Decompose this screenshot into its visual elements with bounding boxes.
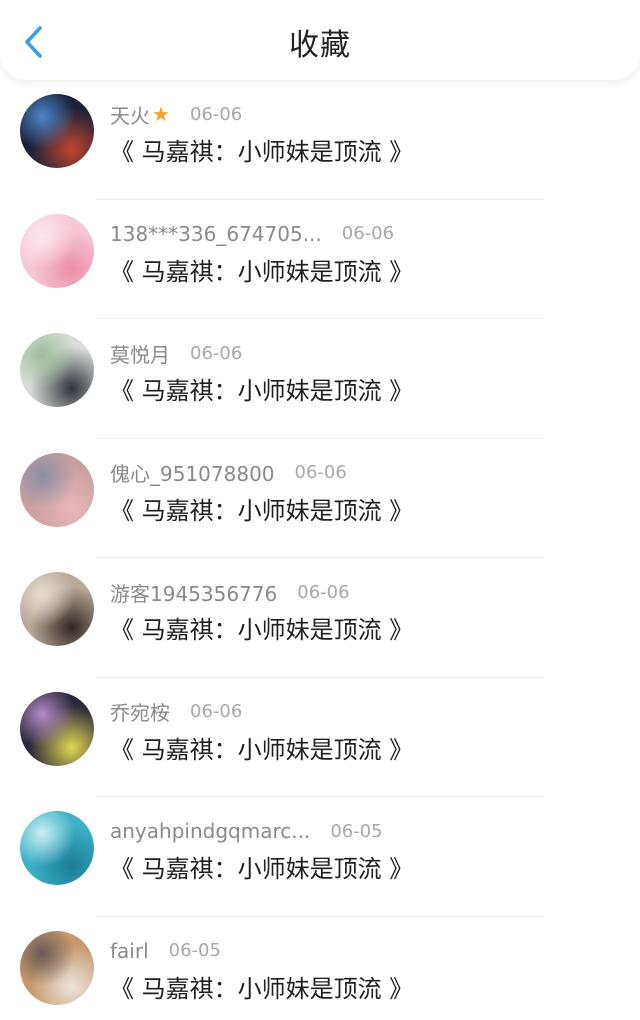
- post-meta: 乔宛桉 06-06: [110, 698, 242, 726]
- favorite-item[interactable]: 莫悦月 06-06 《 马嘉祺：小师妹是顶流 》: [0, 319, 640, 439]
- page-title: 收藏: [289, 28, 351, 63]
- favorite-item[interactable]: 游客1945356776 06-06 《 马嘉祺：小师妹是顶流 》: [0, 558, 640, 678]
- post-title[interactable]: 《 马嘉祺：小师妹是顶流 》: [110, 730, 413, 765]
- post-date: 06-06: [294, 462, 347, 483]
- star-icon: ★: [152, 102, 170, 126]
- post-title[interactable]: 《 马嘉祺：小师妹是顶流 》: [110, 610, 413, 645]
- post-date: 06-06: [297, 581, 350, 603]
- post-date: 06-05: [330, 820, 383, 842]
- post-meta: 傀心_951078800 06-06: [110, 459, 347, 487]
- favorite-item[interactable]: 傀心_951078800 06-06 《 马嘉祺：小师妹是顶流 》: [0, 439, 640, 558]
- post-meta: 游客1945356776 06-06: [110, 578, 350, 606]
- username[interactable]: fairl: [110, 939, 149, 963]
- username[interactable]: 138***336_674705...: [110, 222, 322, 246]
- header-bar: 收藏: [0, 0, 640, 80]
- username[interactable]: 游客1945356776: [110, 578, 277, 607]
- post-title[interactable]: 《 马嘉祺：小师妹是顶流 》: [110, 371, 413, 406]
- avatar[interactable]: [20, 930, 94, 1005]
- post-date: 06-06: [190, 342, 243, 364]
- post-title[interactable]: 《 马嘉祺：小师妹是顶流 》: [110, 849, 413, 884]
- post-meta: anyahpindgqmarc... 06-05: [110, 817, 383, 845]
- favorite-item[interactable]: fairl 06-05 《 马嘉祺：小师妹是顶流 》: [0, 917, 640, 1020]
- favorite-item[interactable]: 138***336_674705... 06-06 《 马嘉祺：小师妹是顶流 》: [0, 200, 640, 319]
- username[interactable]: 傀心_951078800: [110, 458, 275, 487]
- username[interactable]: 天火: [110, 100, 150, 129]
- avatar[interactable]: [20, 691, 94, 766]
- post-date: 06-05: [168, 940, 221, 961]
- post-date: 06-06: [190, 701, 243, 722]
- favorites-list: 天火 ★ 06-06 《 马嘉祺：小师妹是顶流 》 138***336_674705..…: [0, 80, 640, 1020]
- post-meta: 138***336_674705... 06-06: [110, 220, 394, 248]
- favorite-item[interactable]: 乔宛桉 06-06 《 马嘉祺：小师妹是顶流 》: [0, 678, 640, 797]
- post-title[interactable]: 《 马嘉祺：小师妹是顶流 》: [110, 252, 413, 287]
- post-title[interactable]: 《 马嘉祺：小师妹是顶流 》: [110, 491, 413, 526]
- post-meta: 天火 ★ 06-06: [110, 100, 242, 128]
- username[interactable]: anyahpindgqmarc...: [110, 819, 310, 843]
- post-meta: 莫悦月 06-06: [110, 339, 242, 367]
- avatar[interactable]: [20, 452, 94, 527]
- avatar[interactable]: [20, 213, 94, 288]
- post-title[interactable]: 《 马嘉祺：小师妹是顶流 》: [110, 969, 413, 1004]
- post-meta: fairl 06-05: [110, 937, 221, 965]
- avatar[interactable]: [20, 811, 94, 885]
- username[interactable]: 乔宛桉: [110, 697, 170, 726]
- avatar[interactable]: [20, 572, 94, 646]
- post-date: 06-06: [341, 223, 395, 244]
- favorite-item[interactable]: 天火 ★ 06-06 《 马嘉祺：小师妹是顶流 》: [0, 80, 640, 200]
- username[interactable]: 莫悦月: [110, 339, 170, 368]
- avatar[interactable]: [20, 333, 94, 407]
- favorites-screen: 收藏 天火 ★ 06-06 《 马嘉祺：小师妹是顶流 》 138***336_67470…: [0, 0, 640, 1020]
- post-date: 06-06: [189, 103, 243, 125]
- favorite-item[interactable]: anyahpindgqmarc... 06-05 《 马嘉祺：小师妹是顶流 》: [0, 797, 640, 917]
- post-title[interactable]: 《 马嘉祺：小师妹是顶流 》: [110, 132, 413, 167]
- avatar[interactable]: [20, 94, 94, 168]
